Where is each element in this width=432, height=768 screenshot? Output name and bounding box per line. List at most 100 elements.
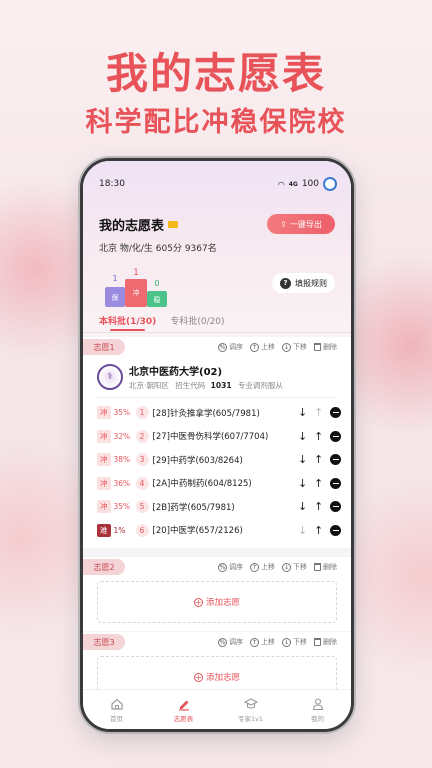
nav-volunteer-table[interactable]: 志愿表 [159,697,209,723]
major-index: 3 [135,453,149,467]
nav-home[interactable]: 首页 [92,697,142,723]
score-info: 北京 物/化/生 605分 9367名 [99,244,217,254]
move-down-icon[interactable]: ↓ [298,453,307,466]
battery-level: 100 [301,179,319,189]
move-up-icon[interactable]: ↑ [314,406,323,419]
probability: 32% [113,431,131,441]
podium-word-1: 保 [112,293,119,302]
question-icon: ? [280,277,291,289]
home-icon [110,698,123,710]
adjust-order-button[interactable]: % 调序 [218,562,243,572]
move-up-icon[interactable]: ↑ [314,477,323,490]
risk-tag: 冲 [97,406,111,420]
nav-expert[interactable]: 专家1v1 [226,697,276,723]
remove-icon[interactable] [330,501,341,513]
tab-undergrad[interactable]: 本科批(1/30) [99,314,156,331]
user-icon [312,697,323,710]
arrow-up-icon: ↑ [250,637,259,647]
risk-tag: 冲 [97,476,111,490]
move-up-button[interactable]: ↑ 上移 [250,342,275,352]
major-index: 1 [135,406,149,420]
choice-tag: 志愿1 [83,339,125,355]
adjust-order-button[interactable]: % 调序 [218,342,243,352]
major-name: [27]中医骨伤科学(607/7704) [152,432,269,443]
move-down-icon[interactable]: ↓ [298,500,307,513]
major-row[interactable]: 冲 38% 3 [29]中药学(603/8264) ↓ ↑ [97,448,341,472]
plus-icon: + [193,597,203,607]
choice-tag: 志愿2 [83,559,125,575]
arrow-down-icon: ↓ [282,637,291,647]
school-code: 1031 [210,381,232,390]
adjust-icon: % [218,637,227,647]
graduation-cap-icon [243,697,258,709]
risk-tag: 冲 [97,500,111,514]
trash-icon [314,563,321,571]
podium-count-3: 0 [154,279,159,288]
school-row[interactable]: ⚕ 北京中医药大学(02) 北京·朝阳区 招生代码 1031 专业调剂服从 [83,357,351,397]
nav-mine[interactable]: 我的 [293,697,343,723]
major-row[interactable]: 冲 35% 1 [28]针灸推拿学(605/7981) ↓ ↑ [97,401,341,425]
remove-icon[interactable] [330,454,341,466]
app-screen: 18:30 ◠ 4G 100 我的志愿表 ⇪ 一键导出 北京 物/化/生 605… [83,161,351,729]
trash-icon [314,638,321,646]
arrow-up-icon: ↑ [250,562,259,572]
status-time: 18:30 [99,179,125,189]
export-label: 一键导出 [289,219,322,229]
adjust-icon: % [218,342,227,352]
choice-card-2: 志愿2 % 调序 ↑ 上移 ↓ 下移 删除 + 添加志愿 [83,557,351,631]
move-up-icon[interactable]: ↑ [314,524,323,537]
move-up-button[interactable]: ↑ 上移 [250,637,275,647]
batch-tabs: 本科批(1/30) 专科批(0/20) [99,314,225,331]
export-icon: ⇪ [280,219,287,229]
major-name: [29]中药学(603/8264) [152,455,243,466]
move-down-button[interactable]: ↓ 下移 [282,637,307,647]
wifi-icon: ◠ [277,179,285,189]
move-up-icon[interactable]: ↑ [314,430,323,443]
move-down-icon[interactable]: ↓ [298,406,307,419]
podium-word-3: 稳 [154,295,161,304]
delete-button[interactable]: 删除 [314,562,337,572]
move-down-icon[interactable]: ↓ [298,477,307,490]
major-row[interactable]: 冲 35% 5 [2B]药学(605/7981) ↓ ↑ [97,495,341,519]
delete-button[interactable]: 删除 [314,637,337,647]
major-row[interactable]: 难 1% 6 [20]中医学(657/2126) ↓ ↑ [97,519,341,543]
plus-icon: + [193,672,203,682]
major-row[interactable]: 冲 36% 4 [2A]中药制药(604/8125) ↓ ↑ [97,472,341,496]
move-down-icon[interactable]: ↓ [298,430,307,443]
move-down-icon[interactable]: ↓ [298,524,307,537]
move-down-button[interactable]: ↓ 下移 [282,562,307,572]
arrow-up-icon: ↑ [250,342,259,352]
remove-icon[interactable] [330,430,341,442]
remove-icon[interactable] [330,524,341,536]
podium-count-1: 1 [112,274,117,283]
major-index: 6 [135,523,149,537]
move-down-button[interactable]: ↓ 下移 [282,342,307,352]
page-title: 我的志愿表 [99,218,165,234]
move-up-icon[interactable]: ↑ [314,453,323,466]
arrow-down-icon: ↓ [282,342,291,352]
probability: 1% [113,525,126,535]
delete-button[interactable]: 删除 [314,342,337,352]
tab-college[interactable]: 专科批(0/20) [170,314,224,327]
move-up-button[interactable]: ↑ 上移 [250,562,275,572]
school-name: 北京中医药大学(02) [129,367,223,378]
major-row[interactable]: 冲 32% 2 [27]中医骨伤科学(607/7704) ↓ ↑ [97,425,341,449]
arrow-down-icon: ↓ [282,562,291,572]
adjust-order-button[interactable]: % 调序 [218,637,243,647]
remove-icon[interactable] [330,477,341,489]
move-up-icon[interactable]: ↑ [314,500,323,513]
podium-illustration: 1 1 0 保 冲 稳 [105,268,167,307]
remove-icon[interactable] [330,407,341,419]
risk-tag: 冲 [97,453,111,467]
major-list: 冲 35% 1 [28]针灸推拿学(605/7981) ↓ ↑ 冲 32% 2 [… [83,398,351,548]
podium-word-2: 冲 [133,288,140,297]
choice-ops: % 调序 ↑ 上移 ↓ 下移 删除 [218,342,337,352]
rules-button[interactable]: ? 填报规则 [272,273,335,293]
probability: 36% [113,478,131,488]
major-name: [28]针灸推拿学(605/7981) [152,408,260,419]
bottom-nav: 首页 志愿表 专家1v1 我的 [83,689,351,729]
export-button[interactable]: ⇪ 一键导出 [267,214,335,234]
add-choice-button[interactable]: + 添加志愿 [97,581,337,623]
podium-count-2: 1 [133,268,139,278]
trash-icon [314,343,321,351]
